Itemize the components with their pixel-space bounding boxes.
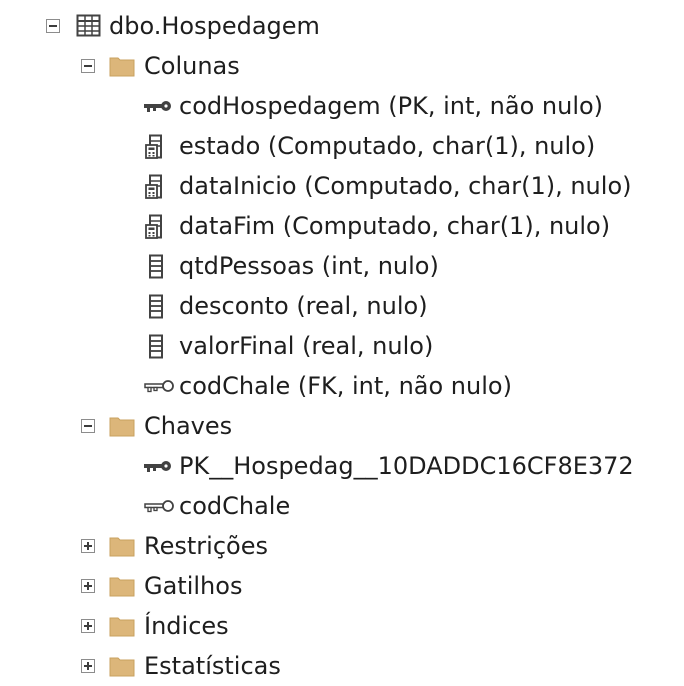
table-label: dbo.Hospedagem [109,12,320,40]
folder-label: Índices [144,612,229,640]
column-label: desconto (real, nulo) [179,292,428,320]
expand-toggle[interactable] [81,619,95,633]
folder-label: Chaves [144,412,233,440]
key-label: PK__Hospedag__10DADDC16CF8E372 [179,452,634,480]
primary-key-icon [143,454,171,478]
folder-icon [109,54,135,78]
expand-toggle[interactable] [81,579,95,593]
tree-node-estatisticas[interactable]: Estatísticas [0,646,684,686]
expand-toggle[interactable] [81,659,95,673]
tree-node-chaves[interactable]: Chaves [0,406,684,446]
column-icon [148,334,174,359]
tree-node-table[interactable]: dbo.Hospedagem [0,6,684,46]
tree-node-column[interactable]: dataFim (Computado, char(1), nulo) [0,206,684,246]
tree-node-key[interactable]: codChale [0,486,684,526]
expand-toggle[interactable] [81,539,95,553]
computed-column-icon [145,214,171,239]
folder-label: Restrições [144,532,268,560]
tree-node-column[interactable]: estado (Computado, char(1), nulo) [0,126,684,166]
tree-node-column[interactable]: codChale (FK, int, não nulo) [0,366,684,406]
tree-node-column[interactable]: desconto (real, nulo) [0,286,684,326]
tree-node-column[interactable]: valorFinal (real, nulo) [0,326,684,366]
tree-node-gatilhos[interactable]: Gatilhos [0,566,684,606]
primary-key-icon [143,94,171,118]
tree-node-key[interactable]: PK__Hospedag__10DADDC16CF8E372 [0,446,684,486]
column-label: valorFinal (real, nulo) [179,332,434,360]
foreign-key-icon [143,374,174,398]
column-icon [148,254,174,279]
key-label: codChale [179,492,291,520]
column-label: dataFim (Computado, char(1), nulo) [179,212,611,240]
column-label: estado (Computado, char(1), nulo) [179,132,596,160]
tree-node-column[interactable]: codHospedagem (PK, int, não nulo) [0,86,684,126]
collapse-toggle[interactable] [81,419,95,433]
column-icon [148,294,174,319]
folder-icon [109,574,135,598]
folder-label: Colunas [144,52,240,80]
column-label: codChale (FK, int, não nulo) [179,372,512,400]
column-label: codHospedagem (PK, int, não nulo) [179,92,604,120]
collapse-toggle[interactable] [81,59,95,73]
folder-label: Estatísticas [144,652,281,680]
collapse-toggle[interactable] [46,19,60,33]
folder-icon [109,614,135,638]
computed-column-icon [145,174,171,199]
tree-node-restricoes[interactable]: Restrições [0,526,684,566]
tree-node-colunas[interactable]: Colunas [0,46,684,86]
folder-icon [109,414,135,438]
column-label: qtdPessoas (int, nulo) [179,252,439,280]
foreign-key-icon [143,494,174,518]
folder-icon [109,654,135,678]
column-label: dataInicio (Computado, char(1), nulo) [179,172,632,200]
tree-node-indices[interactable]: Índices [0,606,684,646]
table-icon [76,14,102,38]
tree-node-column[interactable]: dataInicio (Computado, char(1), nulo) [0,166,684,206]
computed-column-icon [145,134,171,159]
folder-icon [109,534,135,558]
tree-node-column[interactable]: qtdPessoas (int, nulo) [0,246,684,286]
folder-label: Gatilhos [144,572,243,600]
